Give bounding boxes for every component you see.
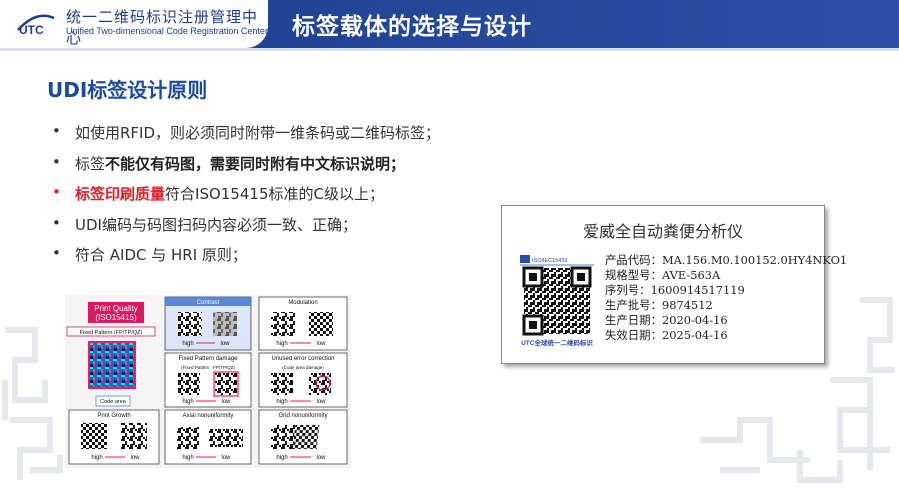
high-label: high [182,399,193,405]
print-quality-standard: (ISO15415) [95,313,137,322]
modulation-title: Modulation [288,300,317,306]
list-item: • 符合 AIDC 与 HRI 原则； [52,244,440,275]
utc-logo: UTC [17,14,55,37]
list-item: • 标签印刷质量符合ISO15415标准的C级以上； [52,183,440,214]
org-name-en: Unified Two-dimensional Code Registratio… [66,26,268,36]
section-title: UDI标签设计原则 [47,78,208,102]
low-label: low [316,399,326,405]
field-value: 2020-04-16 [661,313,728,327]
grid-nonuniformity-title: Grid nonuniformity [278,413,327,419]
field-label: 规格型号： [605,268,662,282]
contrast-title: Contrast [197,300,220,306]
low-label: low [221,399,231,405]
unused-error-correction-title: Unused error correction [271,356,334,362]
field-value: MA.156.M0.100152.0HY4NKO1 [661,253,848,267]
low-label: low [316,341,326,347]
field-product-code: 产品代码：MA.156.M0.100152.0HY4NKO1 [605,253,847,268]
iso-label: ISO/IEC15459 [532,258,567,264]
label-sample-card: 爱威全自动粪便分析仪 ISO/IEC15459 UTC全球统一二维码标识 产品代… [501,205,847,364]
axial-nonuniformity-title: Axial nonuniformity [183,413,234,419]
field-production-date: 生产日期：2020-04-16 [605,313,847,328]
code-area-label: Code area [100,399,127,405]
field-expiry-date: 失效日期：2025-04-16 [605,328,847,343]
field-value: 1600914517119 [650,283,745,297]
unused-error-correction-subtitle: (Code area damage) [282,365,324,370]
principle-list: • 如使用RFID，则必须同时附带一维条码或二维码标签； • 标签不能仅有码图，需要… [52,122,440,275]
print-quality-grades-figure: Print Quality (ISO15415) Fixed Pattern (… [65,295,351,468]
bullet-bold-text: 不能仅有码图，需要同时附有中文标识说明； [105,154,406,173]
bullet-text: 标签 [75,154,106,173]
print-quality-label: Print Quality [94,304,138,313]
qr-caption: UTC全球统一二维码标识 [521,338,593,347]
low-label: low [221,455,231,461]
print-growth-title: Print Growth [97,413,130,419]
high-label: high [276,455,287,461]
field-label: 生产批号： [605,298,662,312]
field-label: 生产日期： [605,313,662,327]
field-value: AVE-563A [661,268,721,282]
low-label: low [220,341,230,347]
field-value: 2025-04-16 [661,328,728,342]
fixed-pattern-label: Fixed Pattern (FP/TP/QZ) [80,330,143,336]
header-logo-area: UTC 统一二维码标识注册管理中心 Unified Two-dimensiona… [0,0,268,48]
high-label: high [182,341,193,347]
bullet-dot: • [52,213,61,232]
svg-text:UTC: UTC [19,23,44,37]
high-label: high [276,341,287,347]
field-serial: 序列号：1600914517119 [605,283,847,298]
field-label: 序列号： [605,283,651,297]
field-label: 产品代码： [605,253,662,267]
field-value: 9874512 [661,298,713,312]
bullet-dot: • [52,122,61,140]
low-label: low [316,455,326,461]
high-label: high [182,455,193,461]
product-name: 爱威全自动粪便分析仪 [582,222,743,241]
high-label: high [91,455,102,461]
bullet-text: UDI编码与码图扫码内容必须一致、正确； [75,215,357,234]
bullet-text: 如使用RFID，则必须同时附带一维条码或二维码标签； [75,124,441,142]
header-divider [0,48,899,51]
field-batch: 生产批号：9874512 [605,298,847,313]
field-label: 失效日期： [605,328,662,342]
low-label: low [130,455,140,461]
bullet-dot: • [52,183,61,201]
product-fields: 产品代码：MA.156.M0.100152.0HY4NKO1 规格型号：AVE-… [605,253,847,343]
slide-title: 标签载体的选择与设计 [292,14,532,40]
qr-code-block: ISO/IEC15459 UTC全球统一二维码标识 [520,255,594,347]
list-item: • 如使用RFID，则必须同时附带一维条码或二维码标签； [52,122,440,153]
fixed-pattern-damage-title: Fixed Pattern damage [178,356,238,362]
fixed-pattern-damage-subtitle: (Fixed Pattern : FP/TP/QZ) [181,365,235,370]
bullet-text: 符合 AIDC 与 HRI 原则； [75,246,247,264]
list-item: • UDI编码与码图扫码内容必须一致、正确； [52,214,440,245]
field-model: 规格型号：AVE-563A [605,268,847,283]
bullet-dot: • [52,152,61,171]
color-datamatrix-image [88,341,136,389]
bullet-red-text: 标签印刷质量 [75,185,166,203]
high-label: high [276,399,287,405]
bullet-text: 符合ISO15415标准的C级以上； [165,185,384,203]
list-item: • 标签不能仅有码图，需要同时附有中文标识说明； [52,153,440,184]
bullet-dot: • [52,244,61,262]
